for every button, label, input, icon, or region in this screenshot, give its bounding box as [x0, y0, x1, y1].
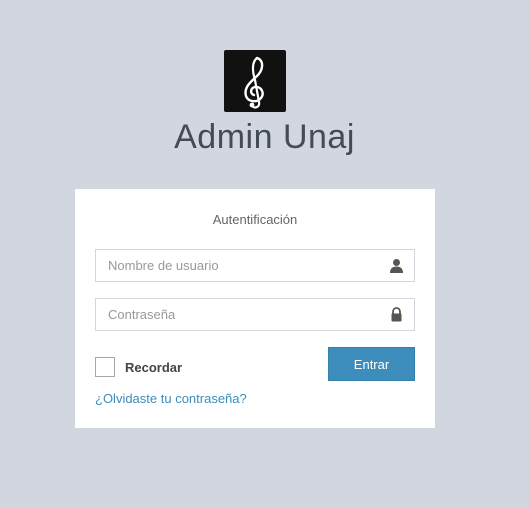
login-page: Admin Unaj Autentificación R — [0, 0, 529, 507]
forgot-password-link[interactable]: ¿Olvidaste tu contraseña? — [95, 391, 247, 406]
user-icon — [389, 258, 404, 273]
password-input[interactable] — [96, 299, 378, 330]
treble-clef-icon — [224, 50, 286, 112]
username-field-box — [95, 249, 415, 282]
lock-icon — [389, 307, 404, 322]
username-input[interactable] — [96, 250, 378, 281]
remember-label: Recordar — [125, 359, 183, 375]
app-title: Admin Unaj — [174, 118, 355, 156]
password-field-box — [95, 298, 415, 331]
submit-button[interactable]: Entrar — [328, 347, 415, 381]
remember-checkbox[interactable] — [95, 357, 115, 377]
remember-me: Recordar — [95, 356, 182, 378]
login-subtitle: Autentificación — [212, 212, 298, 227]
login-card: Autentificación Recordar En — [75, 189, 435, 428]
